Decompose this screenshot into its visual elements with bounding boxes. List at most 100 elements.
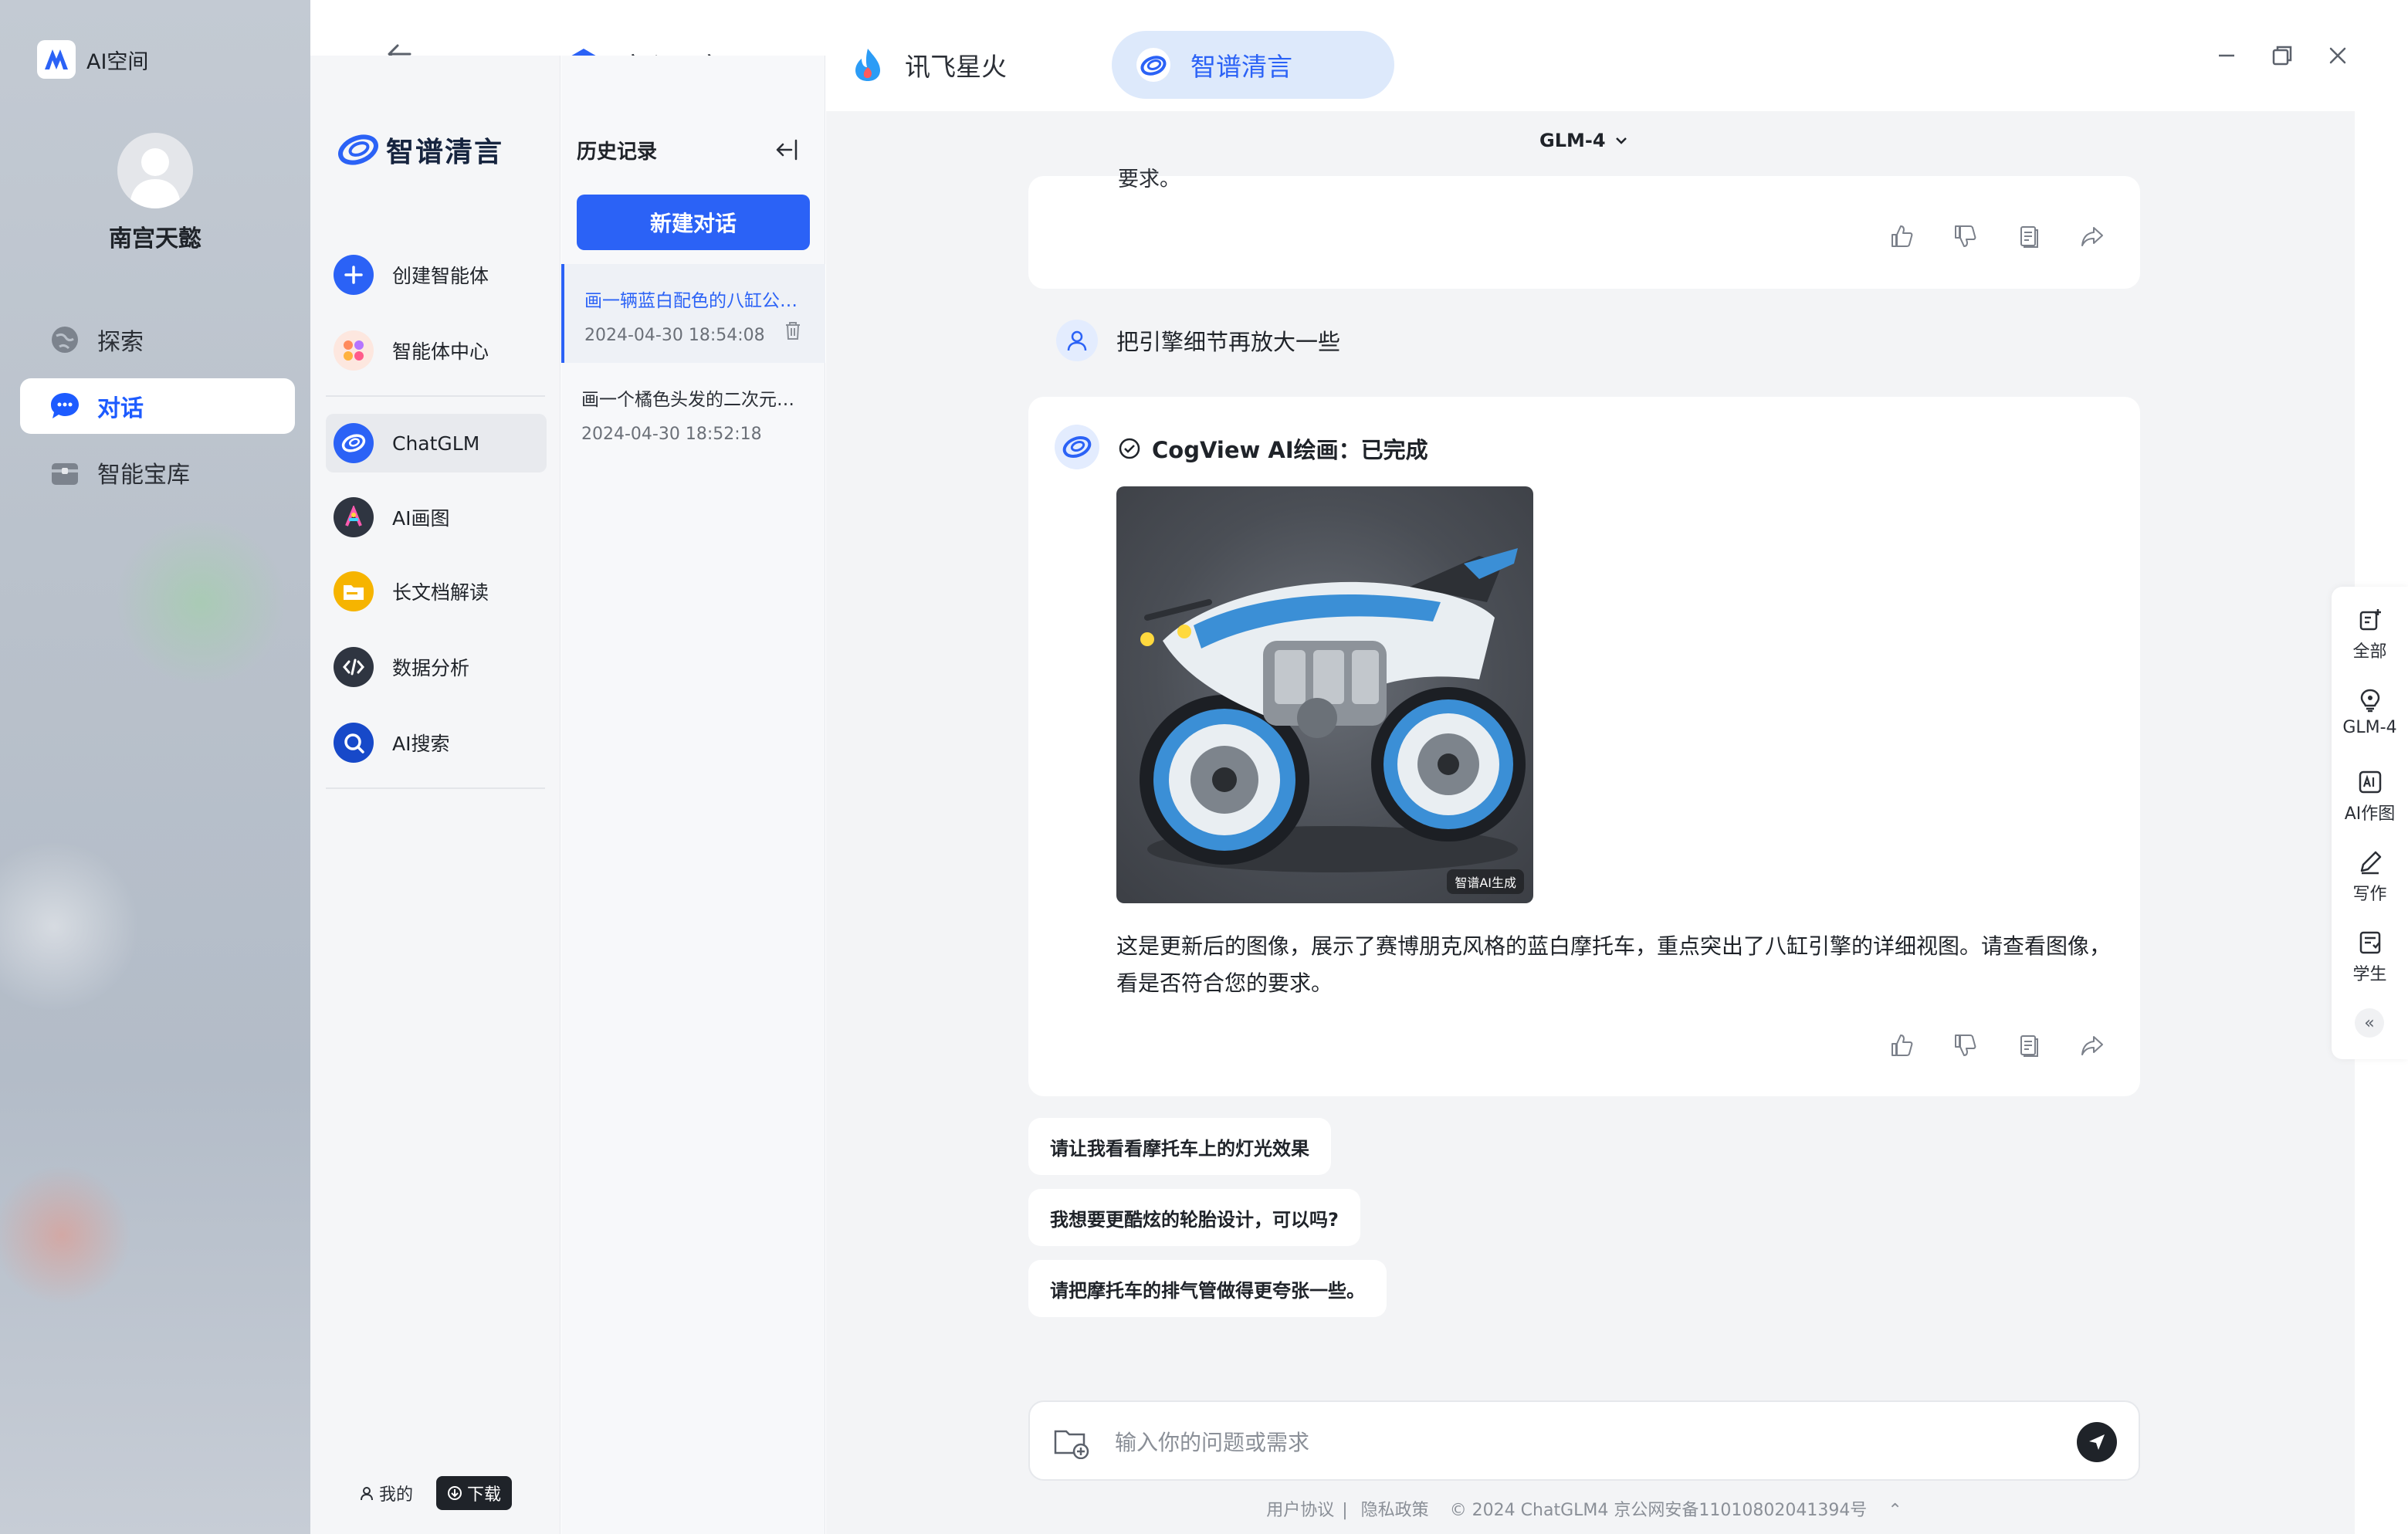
tool-all[interactable]: 全部 [2332, 607, 2408, 662]
tool-label: 写作 [2352, 885, 2387, 904]
bot-item-create-agent[interactable]: 创建智能体 [326, 246, 547, 304]
history-item[interactable]: 画一辆蓝白配色的八缸公升摩托车 2024-04-30 18:54:08 [561, 264, 825, 363]
close-icon[interactable] [2322, 40, 2353, 71]
bot-item-label: 创建智能体 [392, 265, 489, 287]
history-title: 历史记录 [577, 141, 658, 164]
previous-message-tail: 要求。 [1118, 168, 1180, 191]
spark-flame-icon [849, 46, 886, 83]
check-circle-icon [1119, 438, 1140, 459]
rail-item-chat[interactable]: 对话 [20, 378, 295, 434]
code-icon [334, 647, 374, 687]
zhipu-ring-icon [1135, 46, 1172, 83]
mine-link[interactable]: 我的 [359, 1481, 413, 1505]
tab-xunfei[interactable]: 讯飞星火 [826, 31, 1038, 99]
history-panel: 历史记录 新建对话 画一辆蓝白配色的八缸公升摩托车 2024-04-30 18:… [561, 56, 825, 1534]
rail-item-treasure[interactable]: 智能宝库 [20, 445, 295, 500]
brand-title: 智谱清言 [386, 137, 504, 168]
tool-label: GLM-4 [2342, 718, 2397, 737]
bot-item-long-doc[interactable]: 长文档解读 [326, 562, 547, 621]
bot-item-ai-search[interactable]: AI搜索 [326, 713, 547, 772]
folder-icon [334, 571, 374, 611]
rail-item-explore[interactable]: 探索 [20, 312, 295, 367]
tool-label: 全部 [2352, 642, 2387, 662]
app-rail: AI空间 南宫天懿 探索 对话 智能宝库 [0, 0, 310, 1534]
suggestion-chip[interactable]: 请把摩托车的排气管做得更夸张一些。 [1028, 1260, 1387, 1317]
suggestion-chip[interactable]: 请让我看看摩托车上的灯光效果 [1028, 1118, 1331, 1175]
send-icon [2089, 1434, 2105, 1450]
chevron-down-icon [1615, 137, 1627, 144]
download-button[interactable]: 下载 [436, 1476, 513, 1510]
tab-label: 智谱清言 [1190, 52, 1292, 82]
bot-item-agent-center[interactable]: 智能体中心 [326, 321, 547, 380]
trash-icon[interactable] [782, 320, 804, 341]
divider [326, 395, 545, 397]
thumbs-down-icon[interactable] [1952, 222, 1980, 250]
ai-space-logo-icon[interactable] [37, 40, 76, 79]
share-icon[interactable] [2078, 1031, 2106, 1059]
zhipu-avatar-icon [1055, 425, 1099, 469]
rail-item-label: 对话 [97, 395, 144, 422]
thumbs-down-icon[interactable] [1952, 1031, 1980, 1059]
ai-image-icon [2359, 770, 2381, 794]
chevron-up-icon[interactable]: ⌃ [1888, 1501, 1902, 1520]
chat-bubble-icon [49, 391, 80, 422]
agents-grid-icon [334, 330, 374, 371]
tab-zhipu[interactable]: 智谱清言 [1112, 31, 1394, 99]
copy-icon[interactable] [2015, 222, 2043, 250]
user-icon [360, 1487, 373, 1501]
rail-item-label: 智能宝库 [97, 462, 190, 489]
tool-glm4[interactable]: GLM-4 [2332, 687, 2408, 737]
generated-motorcycle-image[interactable]: 智谱AI生成 [1116, 486, 1533, 903]
divider [326, 787, 545, 789]
tool-writing[interactable]: 写作 [2332, 849, 2408, 905]
chat-input[interactable] [1113, 1419, 2001, 1465]
user-message: 把引擎细节再放大一些 [1056, 320, 1340, 361]
all-add-icon [2359, 609, 2381, 631]
chat-input-box [1028, 1400, 2140, 1481]
model-selector[interactable]: GLM-4 [1539, 130, 1629, 151]
bot-item-label: AI画图 [392, 507, 450, 530]
user-name: 南宫天懿 [109, 225, 202, 252]
tool-ai-image[interactable]: AI作图 [2332, 769, 2408, 825]
copy-icon[interactable] [2015, 1031, 2043, 1059]
bot-item-ai-paint[interactable]: AI画图 [326, 488, 547, 547]
minimize-icon[interactable] [2211, 40, 2242, 71]
thumbs-up-icon[interactable] [1888, 222, 1916, 250]
message-actions [1888, 1031, 2106, 1059]
rail-nav: 探索 对话 智能宝库 [20, 312, 295, 511]
tool-student[interactable]: 学生 [2332, 930, 2408, 985]
footer: 用户协议 | 隐私政策 © 2024 ChatGLM4 京公网安备11010802… [1266, 1501, 1902, 1520]
globe-icon [49, 324, 80, 355]
privacy-link[interactable]: 隐私政策 [1361, 1501, 1429, 1520]
plus-circle-icon [334, 255, 374, 295]
ai-paint-icon [334, 497, 374, 537]
student-icon [2359, 931, 2380, 954]
treasure-box-icon [49, 457, 80, 488]
restore-icon[interactable] [2267, 40, 2298, 71]
cogview-title: CogView AI绘画：已完成 [1152, 437, 1428, 463]
double-chevron-left-icon[interactable]: « [2355, 1008, 2384, 1038]
model-name: GLM-4 [1539, 130, 1606, 151]
send-button[interactable] [2077, 1422, 2117, 1462]
bot-item-label: 数据分析 [392, 657, 470, 679]
collapse-panel-icon[interactable] [771, 136, 802, 164]
bot-item-data-analysis[interactable]: 数据分析 [326, 638, 547, 696]
suggestion-chip[interactable]: 我想要更酷炫的轮胎设计，可以吗? [1028, 1189, 1360, 1246]
history-item-title: 画一辆蓝白配色的八缸公升摩托车 [584, 291, 805, 311]
bot-item-label: ChatGLM [392, 432, 480, 455]
terms-link[interactable]: 用户协议 [1266, 1501, 1334, 1520]
history-item-title: 画一个橘色头发的二次元少女 [581, 390, 802, 410]
new-chat-button[interactable]: 新建对话 [577, 195, 810, 250]
share-icon[interactable] [2078, 222, 2106, 250]
rail-item-label: 探索 [97, 329, 144, 356]
user-avatar[interactable] [117, 133, 193, 208]
bot-item-chatglm[interactable]: ChatGLM [326, 414, 547, 472]
thumbs-up-icon[interactable] [1888, 1031, 1916, 1059]
bot-item-label: AI搜索 [392, 733, 450, 755]
app-title: AI空间 [86, 50, 149, 74]
tool-label: 学生 [2352, 965, 2387, 984]
attach-folder-icon[interactable] [1053, 1425, 1090, 1459]
download-label: 下载 [467, 1485, 502, 1505]
right-toolbar: 全部 GLM-4 AI作图 写作 学生 « [2332, 587, 2408, 1059]
history-item[interactable]: 画一个橘色头发的二次元少女 2024-04-30 18:52:18 [561, 363, 825, 462]
